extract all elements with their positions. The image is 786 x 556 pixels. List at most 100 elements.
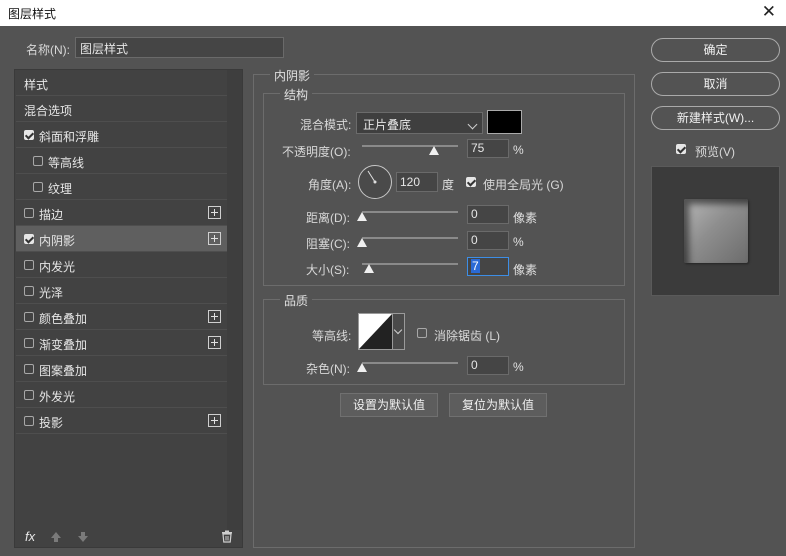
chevron-down-icon [393,325,403,335]
name-input[interactable]: 图层样式 [75,37,284,58]
anti-alias-checkbox[interactable] [417,328,427,338]
distance-input[interactable]: 0 [467,205,509,224]
noise-input[interactable]: 0 [467,356,509,375]
style-list-item[interactable]: 混合选项 [16,96,227,122]
style-list-item-label: 图案叠加 [39,364,88,378]
style-checkbox[interactable] [24,208,34,218]
style-list-item-label: 投影 [39,416,64,430]
add-icon[interactable] [208,414,221,427]
style-checkbox[interactable] [24,312,34,322]
noise-label: 杂色(N): [306,362,350,376]
distance-slider-track[interactable] [362,211,458,213]
style-checkbox[interactable] [33,156,43,166]
noise-slider-thumb[interactable] [357,363,367,372]
choke-value: 0 [471,233,478,247]
title-bar: 图层样式 ✕ [0,0,786,26]
name-input-value: 图层样式 [80,42,129,56]
size-value: 7 [471,259,480,273]
style-list-item-label: 内阴影 [39,234,76,248]
preview-swatch [684,199,748,263]
style-list-item[interactable]: 等高线 [16,148,227,174]
angle-label: 角度(A): [308,178,352,192]
style-checkbox[interactable] [24,338,34,348]
blend-mode-select[interactable]: 正片叠底 [356,112,483,134]
style-preview [651,166,780,296]
window-title: 图层样式 [8,7,57,21]
arrow-down-icon[interactable] [77,531,89,543]
size-label: 大小(S): [306,263,350,277]
style-checkbox[interactable] [24,286,34,296]
style-list-item-label: 等高线 [48,156,85,170]
style-list-item-label: 样式 [24,78,49,92]
contour-preview[interactable] [358,313,393,350]
quality-title: 品质 [280,292,313,309]
shadow-color-swatch[interactable] [487,110,522,134]
angle-dial[interactable] [357,164,393,200]
style-list-item-label: 描边 [39,208,64,222]
add-icon[interactable] [208,310,221,323]
style-list-item[interactable]: 外发光 [16,382,227,408]
style-checkbox[interactable] [24,416,34,426]
blend-mode-value: 正片叠底 [363,118,412,132]
style-list-item-label: 渐变叠加 [39,338,88,352]
style-list-item-label: 光泽 [39,286,64,300]
cancel-button[interactable]: 取消 [651,72,780,96]
opacity-slider-thumb[interactable] [429,146,439,155]
new-style-button[interactable]: 新建样式(W)... [651,106,780,130]
add-icon[interactable] [208,206,221,219]
style-checkbox[interactable] [33,182,43,192]
style-checkbox[interactable] [24,364,34,374]
style-list-item[interactable]: 颜色叠加 [16,304,227,330]
style-checkbox[interactable] [24,260,34,270]
opacity-unit: % [513,143,524,157]
style-list-item[interactable]: 投影 [16,408,227,434]
angle-input[interactable]: 120 [396,172,438,192]
size-input[interactable]: 7 [467,257,509,276]
style-list-item[interactable]: 描边 [16,200,227,226]
style-checkbox[interactable] [24,234,34,244]
style-checkbox[interactable] [24,130,34,140]
add-icon[interactable] [208,232,221,245]
size-unit: 像素 [513,263,538,277]
style-list-item[interactable]: 纹理 [16,174,227,200]
opacity-label: 不透明度(O): [282,145,351,159]
opacity-value: 75 [471,141,485,155]
opacity-input[interactable]: 75 [467,139,509,158]
set-default-button[interactable]: 设置为默认值 [340,393,438,417]
inner-shadow-title: 内阴影 [270,67,315,84]
close-icon[interactable]: ✕ [762,2,776,22]
opacity-slider-track[interactable] [362,145,458,147]
style-list-item-label: 斜面和浮雕 [39,130,100,144]
choke-slider-track[interactable] [362,237,458,239]
add-icon[interactable] [208,336,221,349]
distance-label: 距离(D): [306,211,350,225]
contour-dropdown[interactable] [392,313,405,350]
trash-icon[interactable] [221,530,233,543]
global-light-checkbox[interactable] [466,177,476,187]
choke-input[interactable]: 0 [467,231,509,250]
arrow-up-icon[interactable] [50,531,62,543]
style-list-item[interactable]: 内发光 [16,252,227,278]
style-list-item[interactable]: 渐变叠加 [16,330,227,356]
global-light-label: 使用全局光 (G) [483,178,564,192]
style-list-item[interactable]: 图案叠加 [16,356,227,382]
size-slider-thumb[interactable] [364,264,374,273]
noise-slider-track[interactable] [362,362,458,364]
reset-default-button[interactable]: 复位为默认值 [449,393,547,417]
noise-unit: % [513,360,524,374]
style-list-item[interactable]: 光泽 [16,278,227,304]
size-slider-track[interactable] [362,263,458,265]
ok-button[interactable]: 确定 [651,38,780,62]
style-list-item-label: 颜色叠加 [39,312,88,326]
fx-icon[interactable]: fx [25,529,35,544]
contour-label: 等高线: [312,329,352,343]
distance-slider-thumb[interactable] [357,212,367,221]
choke-slider-thumb[interactable] [357,238,367,247]
style-checkbox[interactable] [24,390,34,400]
style-list-item[interactable]: 样式 [16,70,227,96]
style-list-item[interactable]: 斜面和浮雕 [16,122,227,148]
preview-checkbox[interactable] [676,144,686,154]
style-list-item[interactable]: 内阴影 [16,226,227,252]
style-list-item-label: 外发光 [39,390,76,404]
style-list-scrollbar[interactable] [227,70,242,530]
